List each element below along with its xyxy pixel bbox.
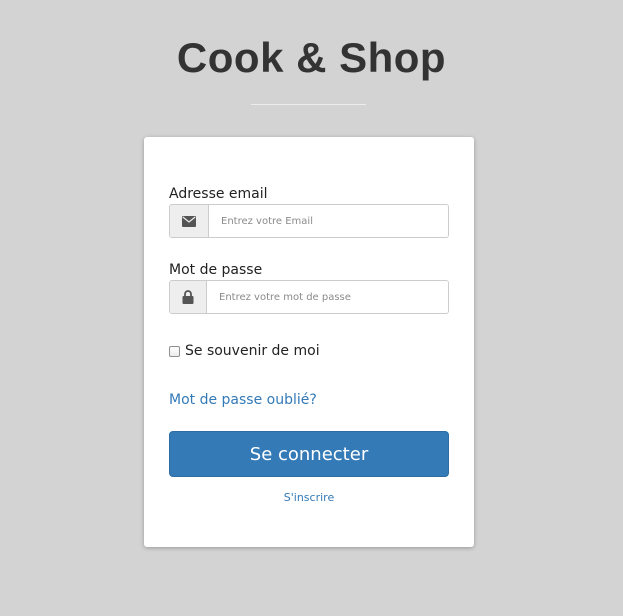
title-divider — [251, 104, 366, 105]
envelope-icon — [170, 205, 209, 237]
password-input[interactable] — [207, 281, 448, 313]
remember-me-label[interactable]: Se souvenir de moi — [185, 343, 320, 359]
remember-me-row: Se souvenir de moi — [169, 342, 320, 360]
signup-link[interactable]: S'inscrire — [144, 491, 474, 505]
password-label: Mot de passe — [169, 262, 263, 278]
password-input-group — [169, 280, 449, 314]
email-input[interactable] — [209, 205, 448, 237]
remember-me-checkbox[interactable] — [169, 345, 180, 357]
app-title: Cook & Shop — [176, 34, 447, 81]
email-input-group — [169, 204, 449, 238]
forgot-password-link[interactable]: Mot de passe oublié? — [169, 391, 317, 409]
lock-icon — [170, 281, 207, 313]
login-card: Adresse email Mot de passe Se souvenir d… — [144, 137, 474, 547]
email-label: Adresse email — [169, 186, 268, 202]
login-button[interactable]: Se connecter — [169, 431, 449, 477]
